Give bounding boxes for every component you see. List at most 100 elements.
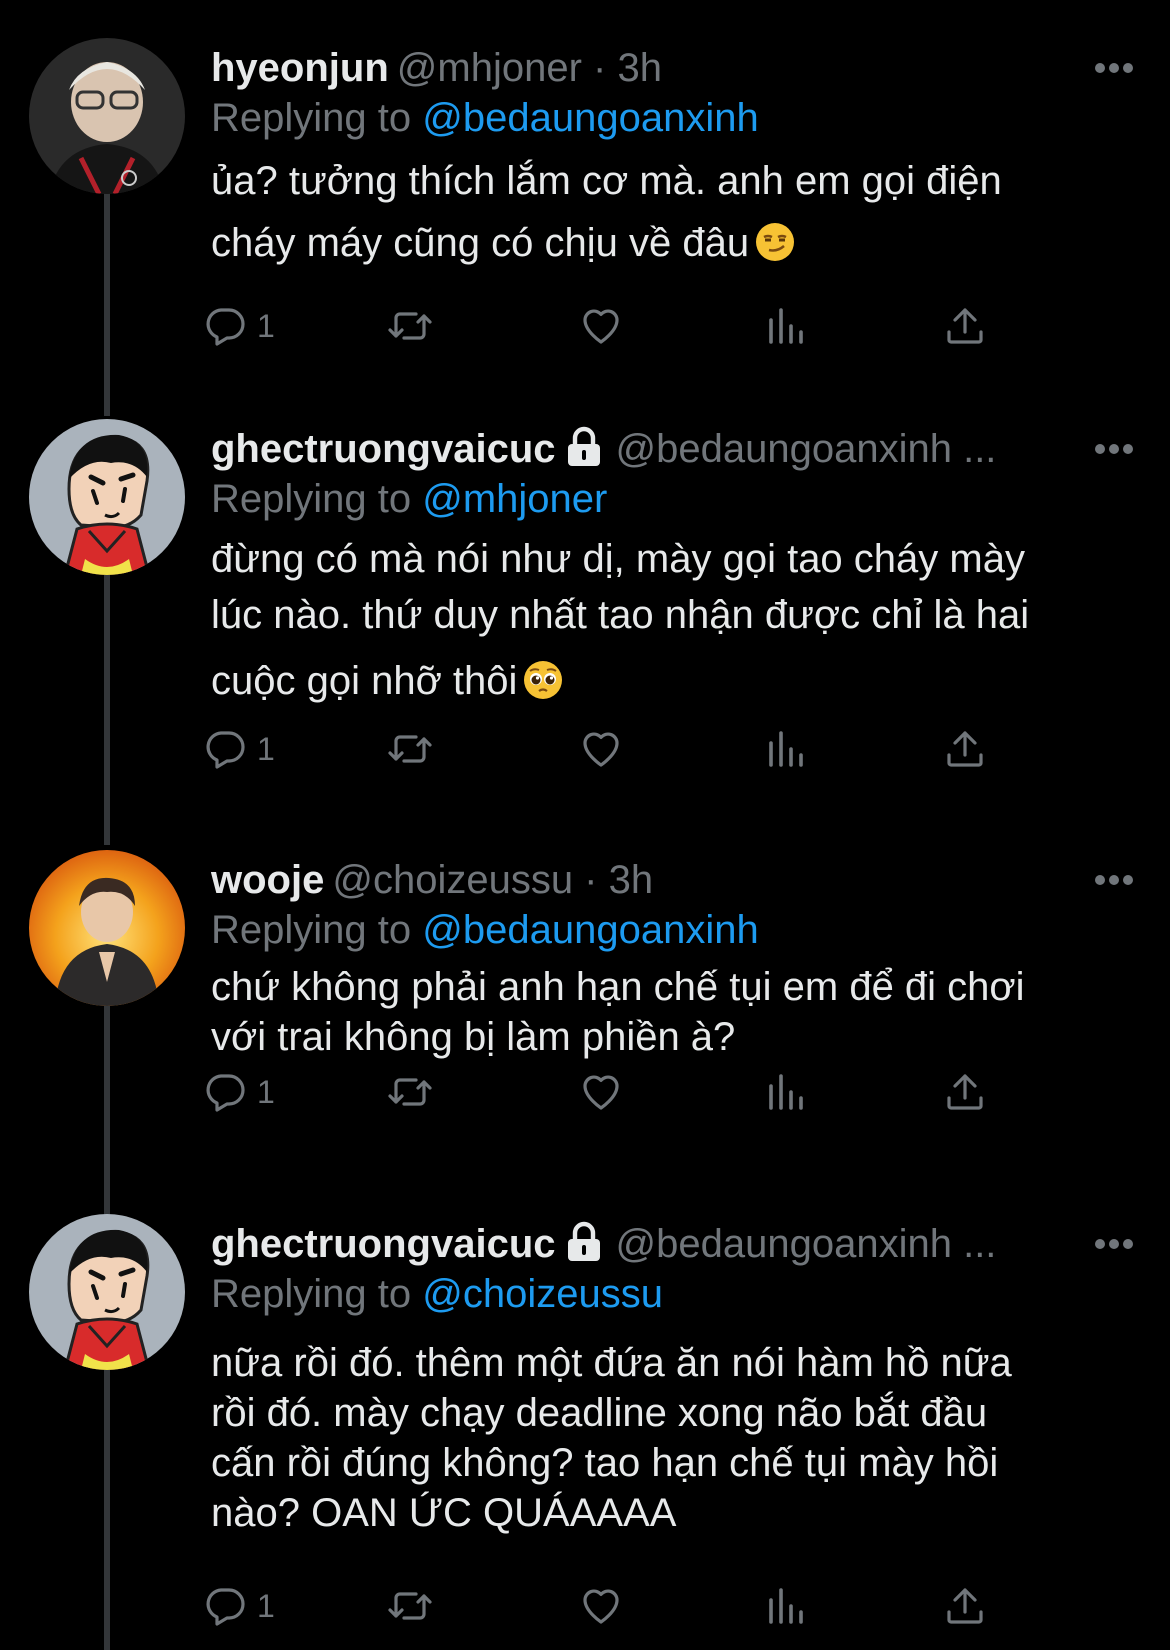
display-name[interactable]: hyeonjun [211,46,389,90]
views-button[interactable] [761,296,809,356]
reply-button[interactable]: 1 [201,1576,275,1636]
tweet-actions: 1 [206,296,1111,356]
views-icon [769,1074,803,1110]
tweet-text-line: nữa rồi đó. thêm một đứa ăn nói hàm hồ n… [211,1341,1012,1385]
more-icon [1095,444,1133,454]
like-button[interactable] [577,1576,625,1636]
avatar[interactable] [29,38,185,194]
tweet-text-line: cháy máy cũng có chịu về đâu [211,212,1131,274]
replying-to: Replying to @mhjoner [211,471,607,527]
replying-to: Replying to @bedaungoanxinh [211,90,759,146]
tweet-text-line: với trai không bị làm phiền à? [211,1015,736,1059]
tweet-text-line: chứ không phải anh hạn chế tụi em để đi … [211,965,1025,1009]
retweet-icon [388,1592,432,1620]
reply-count: 1 [257,1587,275,1624]
tweet-text: nữa rồi đó. thêm một đứa ăn nói hàm hồ n… [211,1338,1131,1538]
mention-link[interactable]: @bedaungoanxinh [422,908,758,952]
handle-and-time[interactable]: @bedaungoanxinh ... [616,427,997,471]
avatar-photo-wooje [29,850,185,1006]
tweet-header: ghectruongvaicuc @bedaungoanxinh ... [211,419,1120,479]
lock-icon [567,426,600,466]
avatar-photo-hyeonjun [29,38,185,194]
reply-icon [206,308,245,346]
like-icon [583,1075,619,1110]
replying-to-label: Replying to [211,477,412,521]
replying-to-label: Replying to [211,1272,412,1316]
handle-and-time[interactable]: @mhjoner · 3h [397,46,662,90]
avatar[interactable] [29,419,185,575]
retweet-button[interactable] [386,719,434,779]
replying-to-label: Replying to [211,96,412,140]
share-button[interactable] [941,296,989,356]
tweet-header: hyeonjun @mhjoner · 3h [211,38,1120,98]
tweet[interactable]: wooje @choizeussu · 3h Replying to @bedau… [0,850,1170,1180]
tweet[interactable]: ghectruongvaicuc @bedaungoanxinh ... Repl… [0,419,1170,809]
views-icon [769,308,803,344]
like-icon [583,1589,619,1624]
share-button[interactable] [941,719,989,779]
share-icon [947,731,983,767]
share-button[interactable] [941,1576,989,1636]
avatar[interactable] [29,850,185,1006]
retweet-icon [388,1078,432,1106]
more-button[interactable] [1084,1214,1144,1274]
avatar-cartoon-shinchan [29,1214,185,1370]
reply-icon [206,1588,245,1626]
retweet-icon [388,735,432,763]
more-icon [1095,63,1133,73]
more-button[interactable] [1084,419,1144,479]
avatar[interactable] [29,1214,185,1370]
reply-count: 1 [257,1073,275,1110]
mention-link[interactable]: @mhjoner [422,477,607,521]
tweet-text-line: lúc nào. thứ duy nhất tao nhận được chỉ … [211,593,1030,637]
reply-icon [206,1074,245,1112]
reply-button[interactable]: 1 [201,1062,275,1122]
tweet-text-line: đừng có mà nói như dị, mày gọi tao cháy … [211,537,1025,581]
share-button[interactable] [941,1062,989,1122]
replying-to-label: Replying to [211,908,412,952]
handle-and-time[interactable]: @bedaungoanxinh ... [616,1222,997,1266]
like-icon [583,732,619,767]
tweet-text-line: rồi đó. mày chạy deadline xong não bắt đ… [211,1391,988,1435]
mention-link[interactable]: @bedaungoanxinh [422,96,758,140]
views-icon [769,731,803,767]
like-icon [583,309,619,344]
views-button[interactable] [761,1576,809,1636]
retweet-icon [388,312,432,340]
retweet-button[interactable] [386,1576,434,1636]
views-button[interactable] [761,1062,809,1122]
tweet-text: đừng có mà nói như dị, mày gọi tao cháy … [211,531,1131,709]
tweet-text-line: cấn rồi đúng không? tao hạn chế tụi mày … [211,1441,999,1485]
tweet-text-line: ủa? tưởng thích lắm cơ mà. anh em gọi đi… [211,159,1002,203]
tweet[interactable]: ghectruongvaicuc @bedaungoanxinh ... Repl… [0,1214,1170,1650]
share-icon [947,1074,983,1110]
display-name[interactable]: ghectruongvaicuc [211,427,556,471]
tweet-actions: 1 [206,1576,1111,1636]
reply-button[interactable]: 1 [201,296,275,356]
like-button[interactable] [577,1062,625,1122]
more-button[interactable] [1084,38,1144,98]
retweet-button[interactable] [386,296,434,356]
reply-button[interactable]: 1 [201,719,275,779]
more-button[interactable] [1084,850,1144,910]
tweet-text: chứ không phải anh hạn chế tụi em để đi … [211,962,1131,1062]
share-icon [947,1588,983,1624]
more-icon [1095,875,1133,885]
mention-link[interactable]: @choizeussu [422,1272,663,1316]
tweet-header: wooje @choizeussu · 3h [211,850,1120,910]
tweet[interactable]: hyeonjun @mhjoner · 3h Replying to @bedau… [0,38,1170,378]
share-icon [947,308,983,344]
retweet-button[interactable] [386,1062,434,1122]
like-button[interactable] [577,719,625,779]
tweet-actions: 1 [206,1062,1111,1122]
pleading-face-emoji-icon [524,661,563,699]
views-icon [769,1588,803,1624]
like-button[interactable] [577,296,625,356]
display-name[interactable]: ghectruongvaicuc [211,1222,556,1266]
views-button[interactable] [761,719,809,779]
more-icon [1095,1239,1133,1249]
smirk-emoji-icon [756,223,795,261]
display-name[interactable]: wooje [211,858,324,902]
tweet-header: ghectruongvaicuc @bedaungoanxinh ... [211,1214,1120,1274]
handle-and-time[interactable]: @choizeussu · 3h [332,858,653,902]
